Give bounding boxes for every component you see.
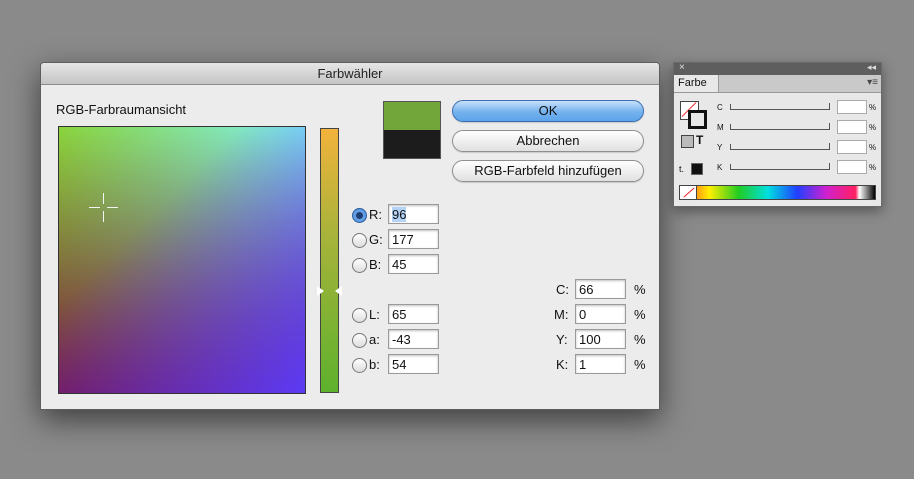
pct-panel-y: % <box>869 143 877 152</box>
label-y: Y: <box>556 332 568 347</box>
slider-m[interactable] <box>730 123 830 130</box>
stroke-swatch-icon[interactable] <box>688 110 707 129</box>
collapse-icon[interactable]: ◂◂ <box>867 62 876 73</box>
radio-r[interactable] <box>352 208 367 223</box>
pct-c: % <box>634 282 646 297</box>
view-label: RGB-Farbraumansicht <box>56 102 187 117</box>
radio-lab-b[interactable] <box>352 358 367 373</box>
color-spectrum-bar[interactable] <box>679 185 876 200</box>
g-field[interactable]: 177 <box>388 229 439 249</box>
add-swatch-button[interactable]: RGB-Farbfeld hinzufügen <box>452 160 644 182</box>
pct-k: % <box>634 357 646 372</box>
lab-b-field[interactable]: 54 <box>388 354 439 374</box>
slider-c[interactable] <box>730 103 830 110</box>
radio-g[interactable] <box>352 233 367 248</box>
label-m: M: <box>554 307 569 322</box>
l-field[interactable]: 65 <box>388 304 439 324</box>
r-value: 96 <box>392 207 407 222</box>
y-field[interactable]: 100 <box>575 329 626 349</box>
slider-label-k: K <box>717 163 723 172</box>
label-lab-b: b: <box>369 357 380 372</box>
slider-k[interactable] <box>730 163 830 170</box>
color-preview <box>383 101 441 159</box>
input-m[interactable] <box>837 120 867 134</box>
color-slider[interactable] <box>320 128 339 393</box>
label-b: B: <box>369 257 382 272</box>
cancel-button[interactable]: Abbrechen <box>452 130 644 152</box>
pct-panel-m: % <box>869 123 877 132</box>
pct-panel-c: % <box>869 103 877 112</box>
m-field[interactable]: 0 <box>575 304 626 324</box>
pct-y: % <box>634 332 646 347</box>
color-field[interactable] <box>58 126 306 394</box>
label-c: C: <box>556 282 569 297</box>
input-k[interactable] <box>837 160 867 174</box>
close-icon[interactable]: × <box>679 62 685 73</box>
color-panel: × ◂◂ Farbe ▾≡ T t. C % M % Y % K % <box>673 62 882 207</box>
r-field[interactable]: 96 <box>388 204 439 224</box>
label-a: a: <box>369 332 380 347</box>
radio-b[interactable] <box>352 258 367 273</box>
old-color-swatch <box>384 130 440 158</box>
slider-handle-left-icon[interactable] <box>317 286 324 296</box>
pct-m: % <box>634 307 646 322</box>
slider-y[interactable] <box>730 143 830 150</box>
container-icon[interactable] <box>681 135 694 148</box>
slider-label-y: Y <box>717 143 723 152</box>
tint-icon[interactable]: t. <box>679 164 684 174</box>
slider-handle-right-icon[interactable] <box>335 286 342 296</box>
k-field[interactable]: 1 <box>575 354 626 374</box>
slider-label-m: M <box>717 123 724 132</box>
panel-tabs: Farbe ▾≡ <box>674 75 881 93</box>
new-color-swatch <box>384 102 440 130</box>
radio-l[interactable] <box>352 308 367 323</box>
input-c[interactable] <box>837 100 867 114</box>
ok-button[interactable]: OK <box>452 100 644 122</box>
input-y[interactable] <box>837 140 867 154</box>
text-icon[interactable]: T <box>696 133 703 147</box>
label-r: R: <box>369 207 382 222</box>
panel-menu-icon[interactable]: ▾≡ <box>867 77 878 88</box>
c-field[interactable]: 66 <box>575 279 626 299</box>
a-field[interactable]: -43 <box>388 329 439 349</box>
label-l: L: <box>369 307 380 322</box>
label-k: K: <box>556 357 569 372</box>
dialog-title: Farbwähler <box>41 63 659 85</box>
radio-a[interactable] <box>352 333 367 348</box>
panel-titlebar: × ◂◂ <box>674 62 881 75</box>
slider-label-c: C <box>717 103 723 112</box>
pct-panel-k: % <box>869 163 877 172</box>
label-g: G: <box>369 232 383 247</box>
color-picker-dialog: Farbwähler RGB-Farbraumansicht OK Abbrec… <box>40 62 660 410</box>
tab-farbe[interactable]: Farbe <box>674 75 719 92</box>
crosshair-icon[interactable] <box>89 193 119 223</box>
b-field[interactable]: 45 <box>388 254 439 274</box>
black-swatch-icon[interactable] <box>691 163 703 175</box>
